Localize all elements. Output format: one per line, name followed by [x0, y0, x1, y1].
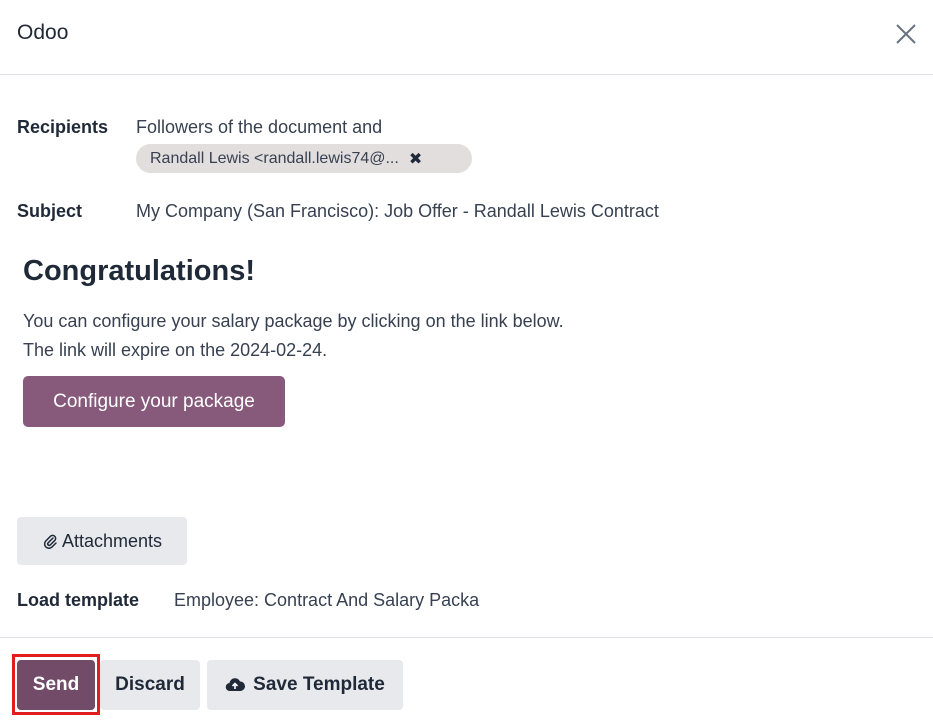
recipients-label: Recipients — [17, 117, 109, 137]
dialog-title: Odoo — [17, 21, 69, 44]
compose-email-dialog: Odoo Recipients Followers of the documen… — [0, 0, 933, 726]
paperclip-icon — [43, 534, 57, 549]
attachments-label: Attachments — [61, 530, 163, 551]
recipient-tag[interactable]: Randall Lewis <randall.lewis74@... ✖ — [136, 144, 472, 173]
discard-button[interactable]: Discard — [100, 660, 200, 710]
body-heading: Congratulations! — [23, 255, 255, 287]
recipients-followers-text: Followers of the document and — [136, 117, 383, 137]
recipient-tag-label: Randall Lewis <randall.lewis74@... — [150, 149, 399, 167]
body-text-line-2: The link will expire on the 2024-02-24. — [23, 340, 328, 360]
cloud-upload-icon — [225, 678, 246, 692]
load-template-input[interactable]: Employee: Contract And Salary Package — [174, 590, 480, 618]
subject-label: Subject — [17, 201, 83, 221]
send-button[interactable]: Send — [17, 660, 95, 710]
save-template-button[interactable]: Save Template — [207, 660, 403, 710]
attachments-button[interactable]: Attachments — [17, 517, 187, 565]
close-icon — [896, 24, 916, 44]
remove-recipient-icon[interactable]: ✖ — [409, 149, 422, 169]
dialog-header: Odoo — [0, 0, 933, 75]
subject-input[interactable]: My Company (San Francisco): Job Offer - … — [136, 201, 659, 222]
load-template-label: Load template — [17, 590, 140, 610]
body-text-line-1: You can configure your salary package by… — [23, 311, 564, 331]
configure-package-button[interactable]: Configure your package — [23, 376, 285, 427]
close-button[interactable] — [893, 21, 919, 47]
save-template-label: Save Template — [253, 674, 385, 695]
